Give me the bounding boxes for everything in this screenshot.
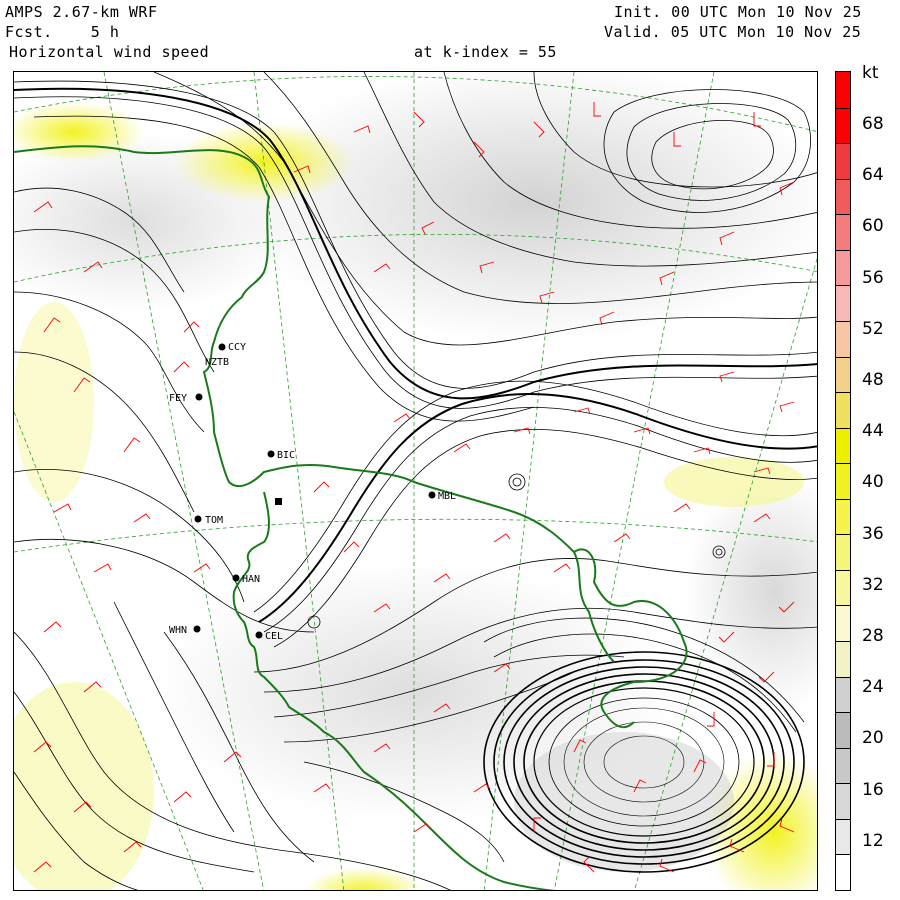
colorbar-segment <box>836 463 850 499</box>
colorbar-unit: kt <box>862 63 879 83</box>
colorbar <box>835 71 851 891</box>
wind-speed-map[interactable]: CCY NZTB FEY BIC MBL TOM HAN WHN CEL <box>13 71 818 891</box>
colorbar-segment <box>836 747 850 784</box>
station-unlabeled[interactable] <box>275 498 282 505</box>
forecast-hours: 5 h <box>90 23 120 41</box>
station-nztb[interactable]: NZTB <box>205 357 229 368</box>
colorbar-tick-label: 56 <box>862 267 884 288</box>
model-title: AMPS 2.67-km WRF <box>5 3 158 21</box>
level-label: at k-index = 55 <box>414 43 557 61</box>
map-svg: CCY NZTB FEY BIC MBL TOM HAN WHN CEL <box>14 72 817 890</box>
colorbar-tick-label: 20 <box>862 728 884 749</box>
colorbar-tick-label: 64 <box>862 165 884 186</box>
colorbar-tick-label: 40 <box>862 472 884 493</box>
colorbar-tick-label: 24 <box>862 677 884 698</box>
colorbar-segment <box>836 676 850 713</box>
station-label: HAN <box>242 574 260 585</box>
forecast-label: Fcst. 5 h <box>5 24 119 40</box>
station-label: CCY <box>228 342 246 353</box>
colorbar-tick-label: 28 <box>862 626 884 646</box>
colorbar-segment <box>836 72 850 108</box>
init-time: Init. 00 UTC Mon 10 Nov 25 <box>614 3 862 21</box>
colorbar-tick-label: 32 <box>862 574 884 595</box>
colorbar-segment <box>836 107 850 144</box>
colorbar-tick-label: 44 <box>862 421 884 442</box>
colorbar-tick-label: 52 <box>862 318 884 339</box>
field-name: Horizontal wind speed <box>9 43 210 61</box>
colorbar-segment <box>836 641 850 677</box>
colorbar-segment <box>836 249 850 286</box>
colorbar-segment <box>836 214 850 250</box>
colorbar-segment <box>836 178 850 215</box>
colorbar-segment <box>836 712 850 748</box>
colorbar-tick-label: 60 <box>862 216 884 237</box>
station-label: CEL <box>265 631 283 642</box>
colorbar-segment <box>836 427 850 464</box>
forecast-label-text: Fcst. <box>5 23 53 41</box>
valid-time: Valid. 05 UTC Mon 10 Nov 25 <box>604 23 862 41</box>
colorbar-tick-label: 48 <box>862 370 884 390</box>
colorbar-tick-label: 68 <box>862 114 884 134</box>
station-label: FEY <box>169 393 187 404</box>
colorbar-segment <box>836 534 850 570</box>
colorbar-tick-label: 12 <box>862 830 884 851</box>
colorbar-segment <box>836 498 850 535</box>
colorbar-segment <box>836 392 850 428</box>
station-label: NZTB <box>205 357 229 368</box>
colorbar-segment <box>836 569 850 606</box>
colorbar-segment <box>836 143 850 179</box>
colorbar-tick-label: 16 <box>862 779 884 800</box>
speed-shading <box>14 72 817 890</box>
station-label: WHN <box>169 625 187 636</box>
colorbar-segment <box>836 818 850 855</box>
colorbar-segment <box>836 356 850 393</box>
colorbar-segment <box>836 285 850 321</box>
colorbar-segment <box>836 320 850 357</box>
station-label: MBL <box>438 491 456 502</box>
station-label: BIC <box>277 450 295 461</box>
colorbar-segment <box>836 854 850 890</box>
station-label: TOM <box>205 515 223 526</box>
colorbar-tick-label: 36 <box>862 523 884 544</box>
colorbar-segment <box>836 605 850 642</box>
colorbar-segment <box>836 783 850 819</box>
